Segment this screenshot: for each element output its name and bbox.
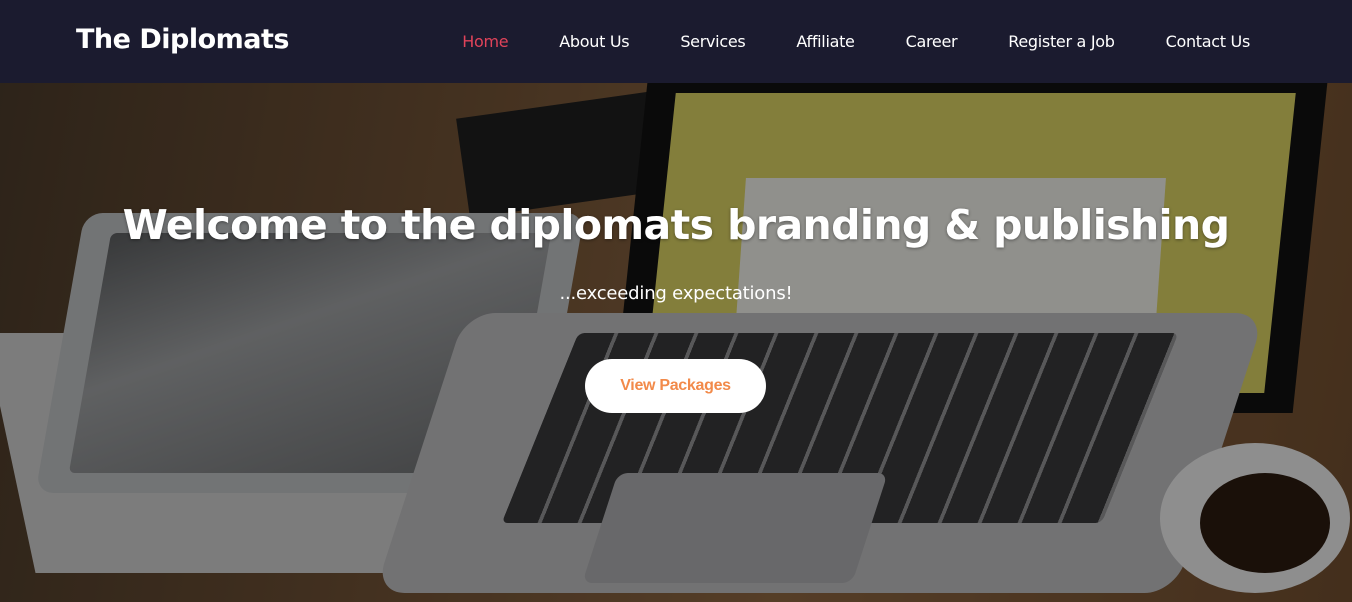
nav-services[interactable]: Services	[680, 32, 745, 51]
nav-about-us[interactable]: About Us	[559, 32, 629, 51]
nav-contact-us[interactable]: Contact Us	[1166, 32, 1251, 51]
nav-career[interactable]: Career	[906, 32, 958, 51]
hero-title: Welcome to the diplomats branding & publ…	[122, 201, 1230, 249]
nav-register-job[interactable]: Register a Job	[1008, 32, 1115, 51]
nav-affiliate[interactable]: Affiliate	[796, 32, 855, 51]
hero-subtitle: ...exceeding expectations!	[559, 283, 793, 304]
view-packages-button[interactable]: View Packages	[585, 359, 766, 413]
hero-content: Welcome to the diplomats branding & publ…	[0, 83, 1352, 602]
brand-logo[interactable]: The Diplomats	[76, 24, 289, 55]
navbar: The Diplomats Home About Us Services Aff…	[0, 0, 1352, 83]
hero-section: Welcome to the diplomats branding & publ…	[0, 83, 1352, 602]
nav-home[interactable]: Home	[462, 32, 508, 51]
nav-menu: Home About Us Services Affiliate Career …	[411, 32, 1250, 51]
